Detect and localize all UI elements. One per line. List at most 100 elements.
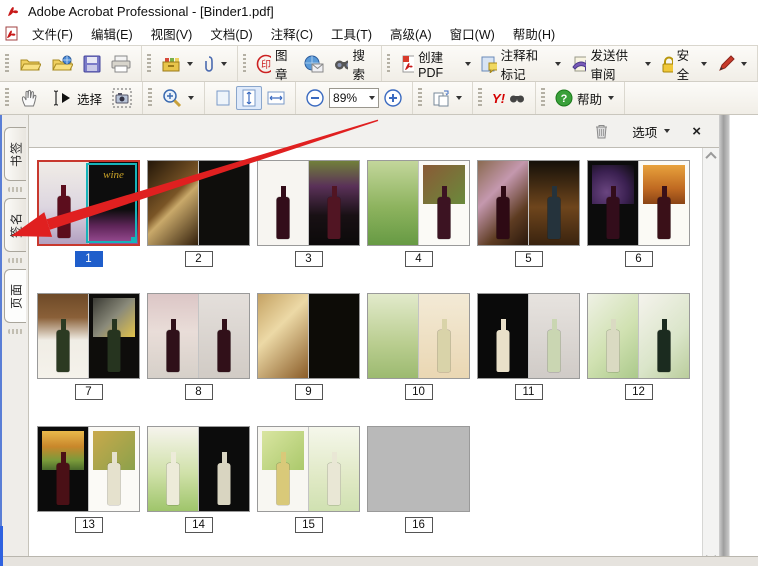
page-thumbnail-2[interactable]: 2: [146, 160, 251, 267]
page-number-label[interactable]: 14: [185, 517, 213, 533]
toolbar-grip[interactable]: [541, 88, 545, 108]
page-number-label[interactable]: 4: [405, 251, 433, 267]
chevron-up-icon: [705, 152, 716, 163]
page-thumbnail-10[interactable]: 10: [366, 293, 471, 400]
svg-text:印: 印: [261, 59, 271, 71]
page-thumbnail-8[interactable]: 8: [146, 293, 251, 400]
snapshot-button[interactable]: [107, 85, 137, 111]
page-number-label[interactable]: 11: [515, 384, 543, 400]
bottom-scrollbar-area[interactable]: [0, 556, 758, 566]
sidebar-tab-bookmarks[interactable]: 书签: [4, 127, 26, 181]
page-thumbnail-6[interactable]: 6: [586, 160, 691, 267]
print-button[interactable]: [106, 52, 136, 76]
wine-bottle-shape: [57, 463, 70, 505]
page-thumbnail-5[interactable]: 5: [476, 160, 581, 267]
help-button[interactable]: ? 帮助: [550, 86, 619, 111]
thumbnail-image: [587, 160, 690, 246]
page-thumbnail-9[interactable]: 9: [256, 293, 361, 400]
delete-pages-button[interactable]: [589, 120, 614, 142]
create-pdf-button[interactable]: 创建 PDF: [395, 44, 476, 83]
dropdown-arrow-icon: [664, 129, 670, 133]
page-number-label[interactable]: 10: [405, 384, 433, 400]
page-thumbnail-3[interactable]: 3: [256, 160, 361, 267]
panel-scrollbar[interactable]: [702, 148, 719, 566]
sign-button[interactable]: [712, 52, 752, 76]
menu-item-0[interactable]: 文件(F): [23, 21, 82, 46]
toolbar-grip[interactable]: [5, 54, 9, 74]
print-icon: [111, 55, 131, 73]
page-thumbnail-7[interactable]: 7: [36, 293, 141, 400]
actual-size-button[interactable]: [210, 86, 236, 110]
work-area: 书签签名页面 选项 × wine1 2 3 4 5 6 7 8 9 10 11 12 13 14 15 16: [0, 115, 758, 566]
page-number-label[interactable]: 15: [295, 517, 323, 533]
wine-bottle-shape: [57, 196, 70, 238]
page-number-label[interactable]: 3: [295, 251, 323, 267]
page-number-label[interactable]: 5: [515, 251, 543, 267]
zoom-tool-button[interactable]: [157, 85, 199, 111]
send-review-button[interactable]: 发送供审阅: [566, 42, 656, 86]
scroll-up-button[interactable]: [703, 148, 719, 164]
menu-item-6[interactable]: 高级(A): [381, 21, 441, 46]
page-thumbnail-13[interactable]: 13: [36, 426, 141, 533]
panel-splitter[interactable]: [719, 115, 729, 566]
fit-width-icon: [267, 90, 285, 106]
page-thumbnail-4[interactable]: 4: [366, 160, 471, 267]
organizer-button[interactable]: [156, 52, 198, 76]
page-number-label[interactable]: 16: [405, 517, 433, 533]
page-number-label[interactable]: 12: [625, 384, 653, 400]
close-panel-button[interactable]: ×: [688, 124, 705, 139]
page-thumbnail-12[interactable]: 12: [586, 293, 691, 400]
attach-button[interactable]: [198, 52, 232, 76]
stamp-button[interactable]: 印 图章: [251, 42, 299, 86]
toolbar-view: 选择: [0, 82, 758, 115]
options-menu-button[interactable]: 选项: [628, 120, 674, 143]
toolbar-grip[interactable]: [5, 88, 9, 108]
toolbar-grip[interactable]: [148, 88, 152, 108]
zoom-in-button[interactable]: [379, 86, 407, 110]
search-button[interactable]: 搜索: [329, 42, 377, 86]
page-thumbnail-16[interactable]: 16: [366, 426, 471, 533]
comment-markup-button[interactable]: 注释和标记: [476, 42, 566, 86]
page-thumbnail-15[interactable]: 15: [256, 426, 361, 533]
page-number-label[interactable]: 13: [75, 517, 103, 533]
sidebar-tab-signatures[interactable]: 签名: [4, 198, 26, 252]
open-web-button[interactable]: [46, 52, 78, 76]
page-number-label[interactable]: 6: [625, 251, 653, 267]
create-pdf-label: 创建 PDF: [418, 47, 459, 80]
wine-bottle-shape: [607, 330, 620, 372]
zoom-level-input[interactable]: 89%: [329, 88, 379, 108]
page-layout-button[interactable]: [427, 86, 467, 110]
page-number-label[interactable]: 2: [185, 251, 213, 267]
email-button[interactable]: [299, 52, 329, 76]
toolbar-grip[interactable]: [418, 88, 422, 108]
page-number-label[interactable]: 9: [295, 384, 323, 400]
toolbar-grip[interactable]: [243, 54, 246, 74]
fit-page-button[interactable]: [236, 86, 262, 110]
binoculars-icon: [334, 56, 349, 72]
hand-tool-button[interactable]: [14, 85, 44, 111]
open-button[interactable]: [14, 52, 46, 76]
page-half: [638, 294, 689, 378]
page-half: [638, 161, 689, 245]
page-number-label[interactable]: 8: [185, 384, 213, 400]
select-tool-button[interactable]: 选择: [44, 86, 107, 111]
menu-item-2[interactable]: 视图(V): [142, 21, 202, 46]
page-number-label[interactable]: 7: [75, 384, 103, 400]
menu-item-1[interactable]: 编辑(E): [82, 21, 142, 46]
yahoo-search-button[interactable]: Y!: [487, 88, 530, 109]
sidebar-tab-pages[interactable]: 页面: [4, 269, 26, 323]
page-thumbnail-14[interactable]: 14: [146, 426, 251, 533]
secure-button[interactable]: 安全: [656, 42, 712, 86]
fit-width-button[interactable]: [262, 87, 290, 109]
toolbar-grip[interactable]: [147, 54, 151, 74]
save-button[interactable]: [78, 52, 106, 76]
wine-bottle-shape: [548, 330, 561, 372]
toolbar-grip[interactable]: [387, 54, 390, 74]
page-thumbnail-1[interactable]: wine1: [36, 160, 141, 267]
comment-markup-icon: [481, 55, 496, 73]
zoom-out-button[interactable]: [301, 86, 329, 110]
thumbnail-image: [147, 293, 250, 379]
page-thumbnail-11[interactable]: 11: [476, 293, 581, 400]
toolbar-grip[interactable]: [478, 88, 482, 108]
page-number-label[interactable]: 1: [75, 251, 103, 267]
